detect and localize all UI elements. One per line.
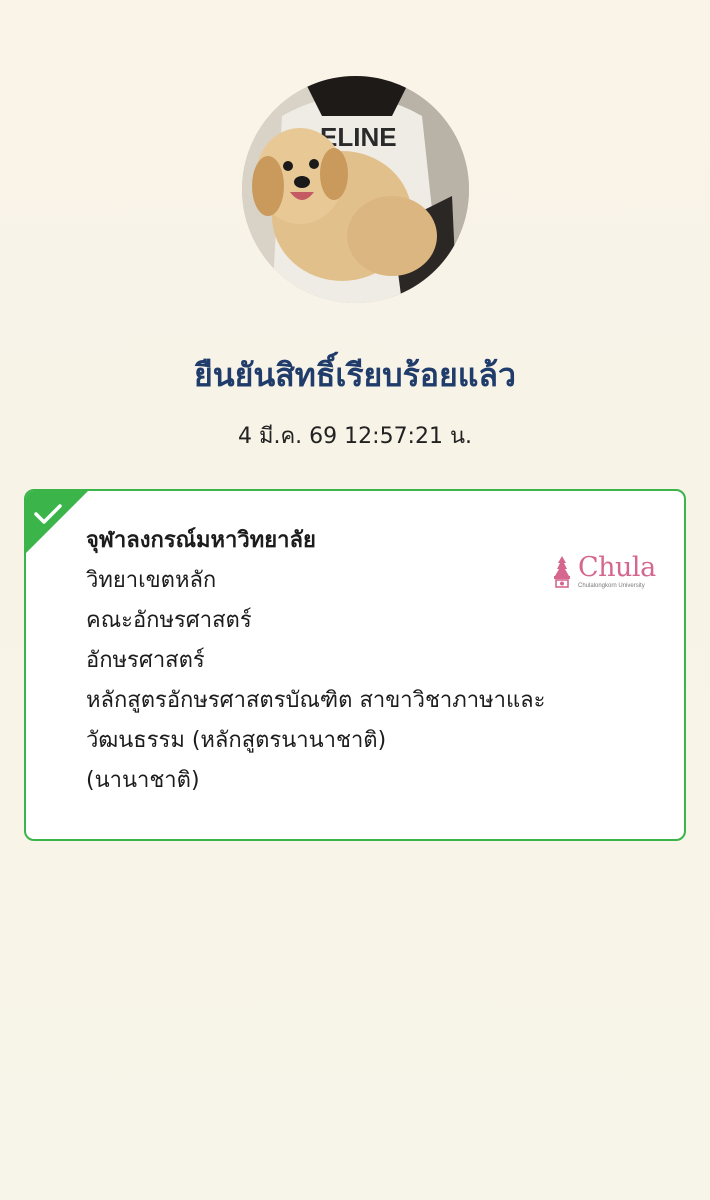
faculty-name: คณะอักษรศาสตร์	[86, 608, 252, 633]
campus-name: วิทยาเขตหลัก	[86, 568, 217, 593]
program-name-line-1: หลักสูตรอักษรศาสตรบัณฑิต สาขาวิชาภาษาและ	[86, 688, 546, 713]
verification-timestamp: 4 มี.ค. 69 12:57:21 น.	[237, 424, 472, 449]
logo-subtitle: Chulalongkorn University	[578, 583, 645, 589]
profile-avatar: ELINE	[242, 76, 469, 303]
logo-wordmark: Chula	[578, 552, 656, 583]
field-name: อักษรศาสตร์	[86, 648, 205, 673]
chula-logo: Chula Chulalongkorn University	[550, 553, 660, 593]
program-type: (นานาชาติ)	[86, 768, 200, 793]
status-title: ยืนยันสิทธิ์เรียบร้อยแล้ว	[194, 356, 516, 394]
checkmark-icon	[34, 504, 62, 524]
university-emblem-icon	[554, 556, 570, 588]
profile-photo: ELINE	[242, 76, 469, 303]
institution-details: จุฬาลงกรณ์มหาวิทยาลัย วิทยาเขตหลัก คณะอั…	[86, 521, 566, 801]
university-name: จุฬาลงกรณ์มหาวิทยาลัย	[86, 528, 316, 553]
program-name-line-2: วัฒนธรรม (หลักสูตรนานาชาติ)	[86, 728, 387, 753]
eligibility-card: จุฬาลงกรณ์มหาวิทยาลัย วิทยาเขตหลัก คณะอั…	[24, 489, 686, 841]
